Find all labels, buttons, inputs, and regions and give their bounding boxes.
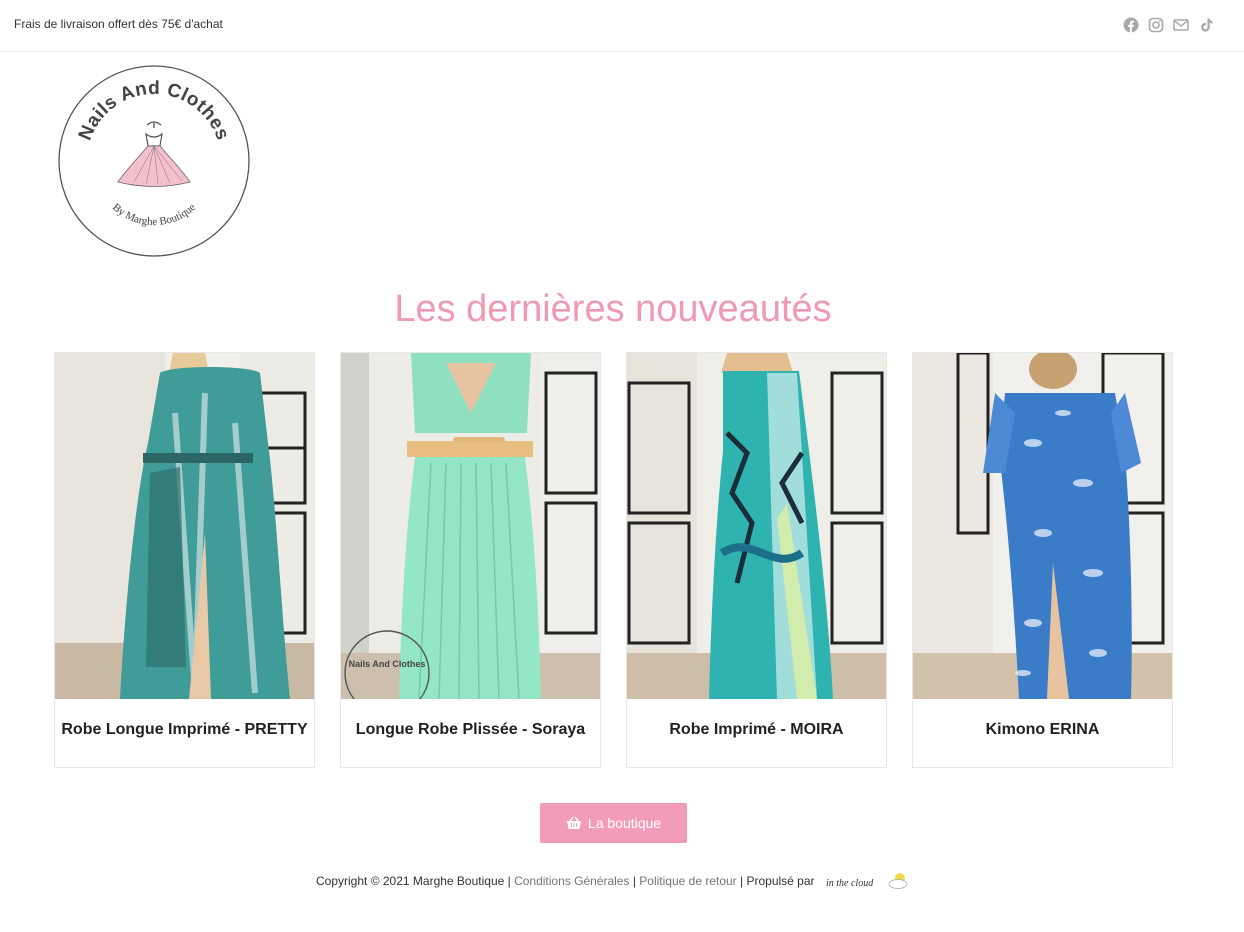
instagram-icon[interactable]: [1148, 17, 1164, 33]
brand-logo[interactable]: Nails And Clothes By Marghe Boutique: [57, 64, 251, 258]
product-image[interactable]: [627, 353, 886, 699]
facebook-icon[interactable]: [1123, 17, 1139, 33]
returns-link[interactable]: Politique de retour: [639, 874, 736, 888]
powered-by-text: | Propulsé par: [736, 874, 818, 888]
product-watermark: Nails And Clothes: [349, 659, 426, 669]
product-name[interactable]: Kimono ERINA: [913, 721, 1172, 739]
section-title: Les dernières nouveautés: [394, 288, 832, 330]
product-name[interactable]: Longue Robe Plissée - Soraya: [341, 721, 600, 739]
product-card[interactable]: Kimono ERINA: [912, 352, 1173, 768]
footer-separator: |: [629, 874, 640, 888]
product-photo-3: [627, 353, 886, 699]
product-card[interactable]: Robe Imprimé - MOIRA: [626, 352, 887, 768]
product-photo-4: [913, 353, 1172, 699]
product-photo-1: [55, 353, 314, 699]
product-name[interactable]: Robe Longue Imprimé - PRETTY: [55, 721, 314, 739]
product-image[interactable]: Nails And Clothes: [341, 353, 600, 699]
terms-link[interactable]: Conditions Générales: [514, 874, 629, 888]
product-image[interactable]: [55, 353, 314, 699]
product-name[interactable]: Robe Imprimé - MOIRA: [627, 721, 886, 739]
top-bar: Frais de livraison offert dès 75€ d'acha…: [0, 0, 1244, 52]
social-links: [1123, 17, 1214, 33]
basket-icon: [566, 816, 582, 830]
tiktok-icon[interactable]: [1198, 17, 1214, 33]
product-photo-2: Nails And Clothes: [341, 353, 600, 699]
product-card[interactable]: Nails And Clothes Longue Robe Plissée - …: [340, 352, 601, 768]
powered-by-logo[interactable]: in the cloud: [824, 870, 910, 892]
shop-button-label: La boutique: [587, 815, 662, 831]
copyright-text: Copyright © 2021 Marghe Boutique |: [316, 874, 515, 888]
footer: Copyright © 2021 Marghe Boutique | Condi…: [316, 870, 910, 892]
product-image[interactable]: [913, 353, 1172, 699]
product-card[interactable]: Robe Longue Imprimé - PRETTY: [54, 352, 315, 768]
email-icon[interactable]: [1173, 17, 1189, 33]
shop-button[interactable]: La boutique: [540, 803, 687, 843]
shipping-promo-text: Frais de livraison offert dès 75€ d'acha…: [14, 17, 223, 31]
product-grid: Robe Longue Imprimé - PRETTY Nails And C…: [54, 352, 1174, 768]
powered-brand-text: in the cloud: [826, 878, 874, 889]
